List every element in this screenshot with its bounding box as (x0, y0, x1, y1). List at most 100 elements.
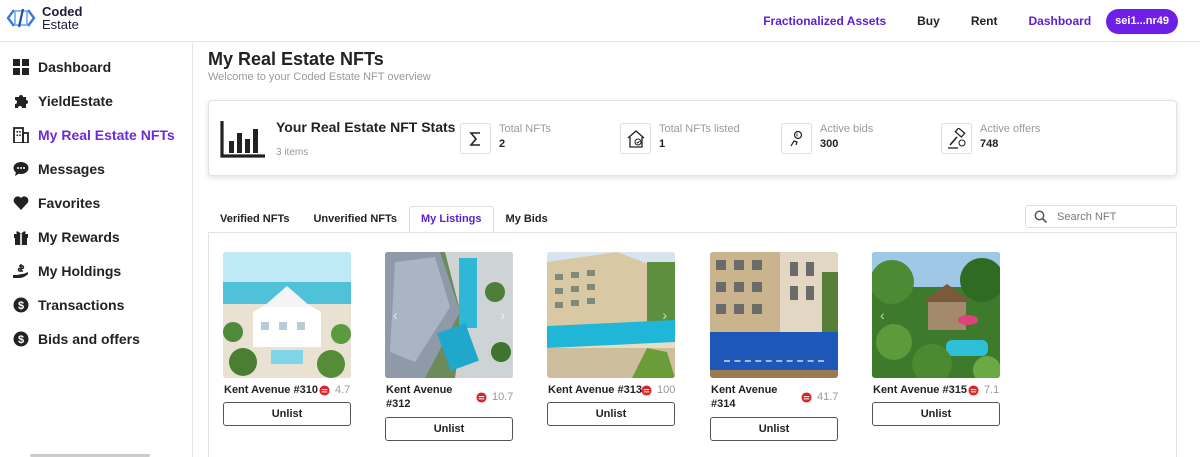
nft-price: 100 (657, 384, 676, 396)
unlist-button[interactable]: Unlist (872, 402, 1000, 426)
property-image[interactable] (710, 252, 838, 378)
nft-stats-card: Your Real Estate NFT Stats 3 items Total… (208, 100, 1177, 176)
unlist-button[interactable]: Unlist (385, 417, 513, 441)
unlist-button[interactable]: Unlist (223, 402, 351, 426)
stat-value: 1 (659, 138, 666, 150)
sei-coin-icon (801, 392, 812, 403)
stat-value: 300 (820, 138, 839, 150)
stat-value: 2 (499, 138, 506, 150)
wallet-button[interactable]: sei1...nr49 (1106, 8, 1178, 34)
unlist-button[interactable]: Unlist (547, 402, 675, 426)
sei-coin-icon (476, 392, 487, 403)
carousel-prev-icon[interactable]: ‹ (393, 307, 398, 323)
svg-text:$: $ (17, 334, 23, 346)
sidebar: Dashboard YieldEstate My Real Estate NFT… (0, 43, 193, 457)
heart-icon (12, 195, 29, 212)
sidebar-item-label: Dashboard (38, 59, 112, 75)
stat-total-nfts: Total NFTs 2 (460, 123, 551, 154)
stats-item-count: 3 items (276, 147, 309, 158)
page-subtitle: Welcome to your Coded Estate NFT overvie… (208, 71, 431, 83)
nft-price: 41.7 (817, 391, 839, 403)
nft-price: 4.7 (335, 384, 351, 396)
hand-coin-icon (12, 263, 29, 280)
listing-tabs: Verified NFTs Unverified NFTs My Listing… (208, 206, 560, 233)
sidebar-item-my-holdings[interactable]: My Holdings (12, 260, 121, 282)
nav-fractionalized-assets[interactable]: Fractionalized Assets (763, 14, 886, 28)
building-icon (12, 127, 29, 144)
auction-gavel-icon (941, 123, 972, 154)
nft-name: Kent Avenue #310 (224, 384, 318, 396)
logo-icon (6, 8, 36, 28)
nft-card: › Kent Avenue #313 100 Unlist (547, 252, 675, 426)
property-image[interactable] (223, 252, 351, 378)
property-image[interactable]: › (547, 252, 675, 378)
tab-my-listings[interactable]: My Listings (409, 206, 494, 233)
tab-unverified-nfts[interactable]: Unverified NFTs (301, 206, 409, 233)
dollar-coin-icon: $ (12, 297, 29, 314)
carousel-indicator[interactable] (724, 360, 824, 362)
unlist-button[interactable]: Unlist (710, 417, 838, 441)
sei-coin-icon (968, 385, 979, 396)
search-input[interactable] (1057, 210, 1167, 223)
nav-dashboard[interactable]: Dashboard (1028, 14, 1091, 28)
nav-rent[interactable]: Rent (971, 14, 998, 28)
carousel-next-icon[interactable]: › (662, 307, 667, 323)
grid-icon (12, 59, 29, 76)
carousel-next-icon[interactable]: › (500, 307, 505, 323)
sidebar-item-label: Transactions (38, 297, 125, 313)
nft-name: Kent Avenue #315 (873, 384, 967, 396)
sidebar-item-messages[interactable]: Messages (12, 158, 105, 180)
sidebar-item-label: Bids and offers (38, 331, 140, 347)
sidebar-item-label: My Real Estate NFTs (38, 127, 175, 143)
nft-card: Kent Avenue #310 4.7 Unlist (223, 252, 351, 426)
sei-coin-icon (319, 385, 330, 396)
chat-bubble-icon (12, 161, 29, 178)
stats-title: Your Real Estate NFT Stats (276, 119, 456, 135)
top-nav: Fractionalized Assets Buy Rent Dashboard… (732, 0, 1200, 42)
dollar-coin-icon: $ (12, 331, 29, 348)
sidebar-item-label: Favorites (38, 195, 101, 211)
sidebar-item-transactions[interactable]: $ Transactions (12, 294, 124, 316)
logo[interactable]: Coded Estate (6, 5, 82, 31)
bar-chart-icon (220, 121, 265, 158)
bid-hand-icon (781, 123, 812, 154)
gift-icon (12, 229, 29, 246)
sidebar-item-label: My Holdings (38, 263, 122, 279)
puzzle-icon (12, 93, 29, 110)
svg-text:$: $ (17, 300, 23, 312)
tab-verified-nfts[interactable]: Verified NFTs (208, 206, 301, 233)
search-icon (1034, 210, 1048, 223)
house-listed-icon (620, 123, 651, 154)
stat-label: Active offers (980, 123, 1041, 135)
nft-price: 7.1 (984, 384, 1000, 396)
sidebar-item-my-rewards[interactable]: My Rewards (12, 226, 120, 248)
nft-card: Kent Avenue #314 41.7 Unlist (710, 252, 838, 441)
sidebar-item-bids-and-offers[interactable]: $ Bids and offers (12, 328, 140, 350)
stat-label: Total NFTs listed (659, 123, 740, 135)
sidebar-item-my-real-estate-nfts[interactable]: My Real Estate NFTs (12, 124, 175, 146)
logo-text-line2: Estate (42, 17, 79, 32)
property-image[interactable]: ‹ › (385, 252, 513, 378)
nav-buy[interactable]: Buy (917, 14, 940, 28)
carousel-prev-icon[interactable]: ‹ (880, 307, 885, 323)
stat-active-offers: Active offers 748 (941, 123, 1040, 154)
sei-coin-icon (641, 385, 652, 396)
page-title: My Real Estate NFTs (208, 49, 384, 69)
listings-panel (208, 232, 1177, 457)
stat-value: 748 (980, 138, 999, 150)
tab-my-bids[interactable]: My Bids (494, 206, 560, 233)
sidebar-item-yieldestate[interactable]: YieldEstate (12, 90, 113, 112)
nft-name: Kent Avenue #312 (386, 384, 453, 410)
nft-card: ‹ Kent Avenue #315 7.1 Unlist (872, 252, 1000, 426)
nft-name: Kent Avenue #314 (711, 384, 778, 410)
sidebar-item-dashboard[interactable]: Dashboard (12, 56, 111, 78)
property-image[interactable]: ‹ (872, 252, 1000, 378)
sidebar-item-favorites[interactable]: Favorites (12, 192, 100, 214)
search-box (1025, 205, 1177, 228)
nft-card: ‹ › Kent Avenue #312 10.7 Unlist (385, 252, 513, 441)
sidebar-item-label: My Rewards (38, 229, 120, 245)
stat-label: Active bids (820, 123, 874, 135)
sigma-icon (460, 123, 491, 154)
nft-price: 10.7 (492, 391, 514, 403)
stat-label: Total NFTs (499, 123, 551, 135)
